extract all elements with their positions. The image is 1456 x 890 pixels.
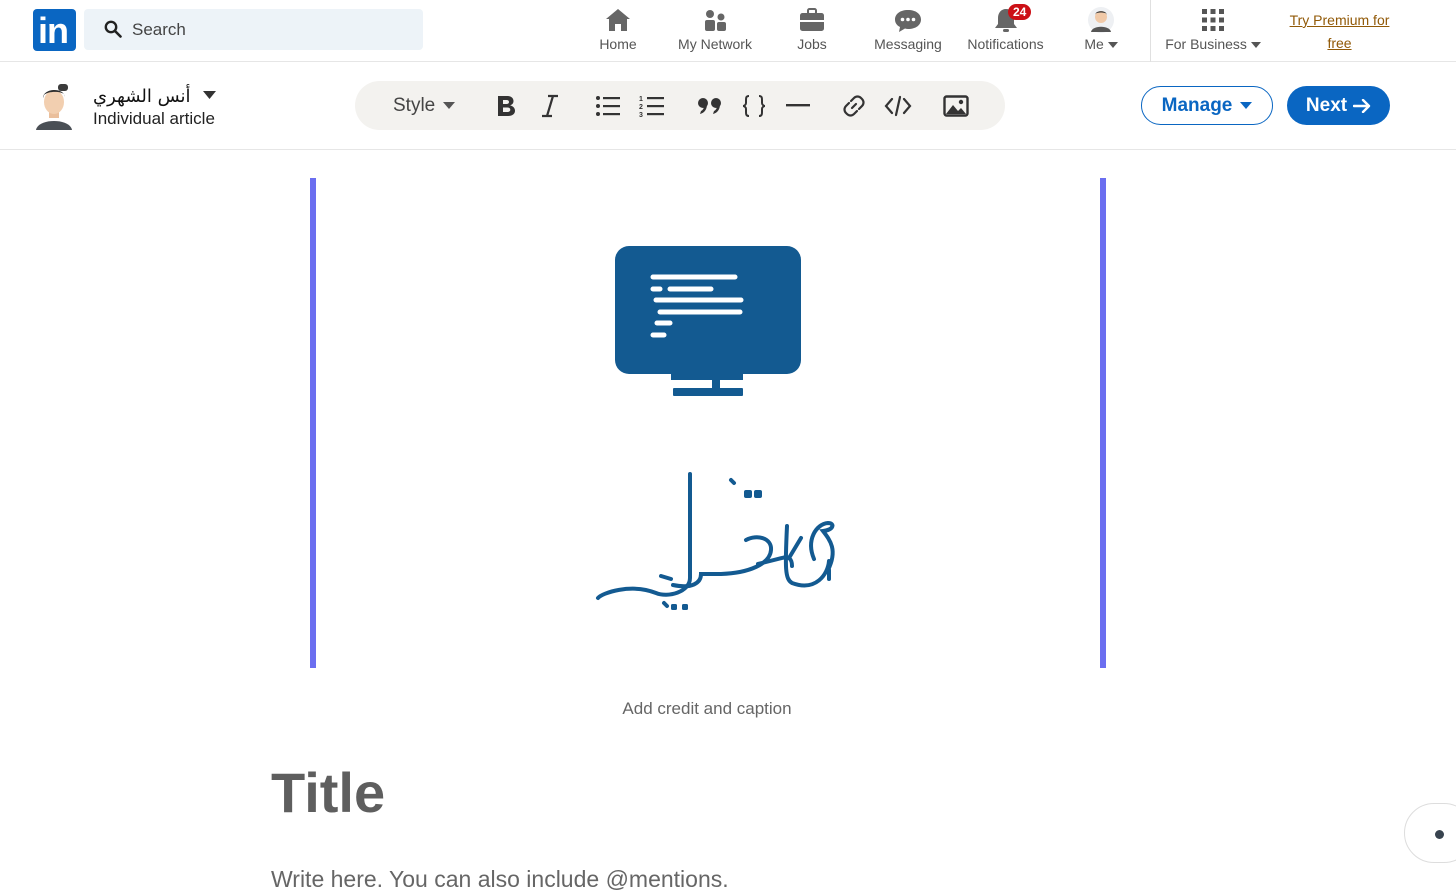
- briefcase-icon: [800, 8, 824, 31]
- floating-help-button[interactable]: [1404, 803, 1456, 863]
- search-input[interactable]: [132, 9, 412, 50]
- search-icon: [104, 20, 122, 38]
- nav-me[interactable]: Me: [1080, 6, 1122, 58]
- article-type: Individual article: [93, 109, 215, 128]
- try-premium-link[interactable]: Try Premium for free: [1282, 9, 1397, 55]
- nav-my-network[interactable]: My Network: [672, 6, 758, 58]
- caption-field[interactable]: Add credit and caption: [0, 699, 1414, 719]
- bold-icon: [498, 95, 515, 116]
- style-dropdown[interactable]: Style: [393, 81, 456, 130]
- italic-button[interactable]: [535, 81, 565, 130]
- format-toolbar: Style 123: [355, 81, 1005, 130]
- author-avatar[interactable]: [32, 82, 76, 130]
- messaging-icon: [895, 10, 921, 32]
- caret-down-icon: [1250, 41, 1261, 48]
- next-label: Next: [1305, 94, 1348, 116]
- bold-button[interactable]: [491, 81, 521, 130]
- curly-braces-icon: [742, 94, 766, 117]
- caret-down-icon: [443, 101, 456, 109]
- link-icon: [843, 94, 865, 117]
- search-box[interactable]: [84, 9, 423, 50]
- svg-text:2: 2: [639, 104, 643, 111]
- quote-button[interactable]: [695, 81, 725, 130]
- numbered-list-icon: 123: [639, 96, 664, 118]
- nav-me-label: Me: [1084, 36, 1104, 52]
- nav-for-business[interactable]: For Business: [1163, 6, 1263, 58]
- link-button[interactable]: [839, 81, 869, 130]
- nav-divider: [1150, 0, 1151, 62]
- embed-button[interactable]: [883, 81, 913, 130]
- body-field[interactable]: Write here. You can also include @mentio…: [271, 866, 729, 890]
- nav-home[interactable]: Home: [592, 6, 644, 58]
- grid-icon: [1202, 9, 1224, 31]
- code-icon: [884, 95, 912, 116]
- quote-icon: [698, 97, 721, 114]
- manage-label: Manage: [1161, 94, 1233, 116]
- image-icon: [943, 94, 969, 117]
- linkedin-logo[interactable]: in: [33, 9, 76, 51]
- horizontal-rule-icon: [786, 103, 810, 106]
- numbered-list-button[interactable]: 123: [637, 81, 667, 130]
- nav-for-business-label: For Business: [1165, 36, 1247, 52]
- caret-down-icon: [1240, 101, 1253, 109]
- code-block-button[interactable]: [739, 81, 769, 130]
- dot-icon: [1435, 830, 1444, 839]
- next-button[interactable]: Next: [1287, 86, 1390, 125]
- image-button[interactable]: [941, 81, 971, 130]
- home-icon: [606, 9, 630, 31]
- italic-icon: [542, 94, 558, 117]
- divider-button[interactable]: [783, 81, 813, 130]
- network-icon: [705, 10, 726, 31]
- svg-text:1: 1: [639, 96, 643, 103]
- nav-notifications[interactable]: 24 Notifications: [963, 4, 1048, 58]
- author-name[interactable]: أنس الشهري: [93, 86, 191, 107]
- qandeel-logo: [596, 246, 835, 610]
- bullet-list-icon: [596, 95, 620, 116]
- monitor-icon: [615, 246, 801, 396]
- manage-button[interactable]: Manage: [1141, 86, 1273, 125]
- style-label: Style: [393, 94, 436, 116]
- arabic-wordmark: [596, 472, 835, 608]
- svg-text:3: 3: [639, 112, 643, 118]
- nav-messaging[interactable]: Messaging: [872, 6, 944, 58]
- cover-image[interactable]: [310, 178, 1106, 668]
- global-nav: in Home My Network Jobs: [0, 0, 1456, 62]
- title-field[interactable]: Title: [271, 760, 385, 825]
- bullet-list-button[interactable]: [593, 81, 623, 130]
- caret-down-icon: [1107, 41, 1118, 48]
- avatar: [1088, 7, 1114, 33]
- arrow-right-icon: [1353, 98, 1371, 113]
- notification-badge: 24: [1008, 4, 1032, 20]
- nav-jobs[interactable]: Jobs: [790, 6, 834, 58]
- caret-down-icon[interactable]: [203, 91, 216, 100]
